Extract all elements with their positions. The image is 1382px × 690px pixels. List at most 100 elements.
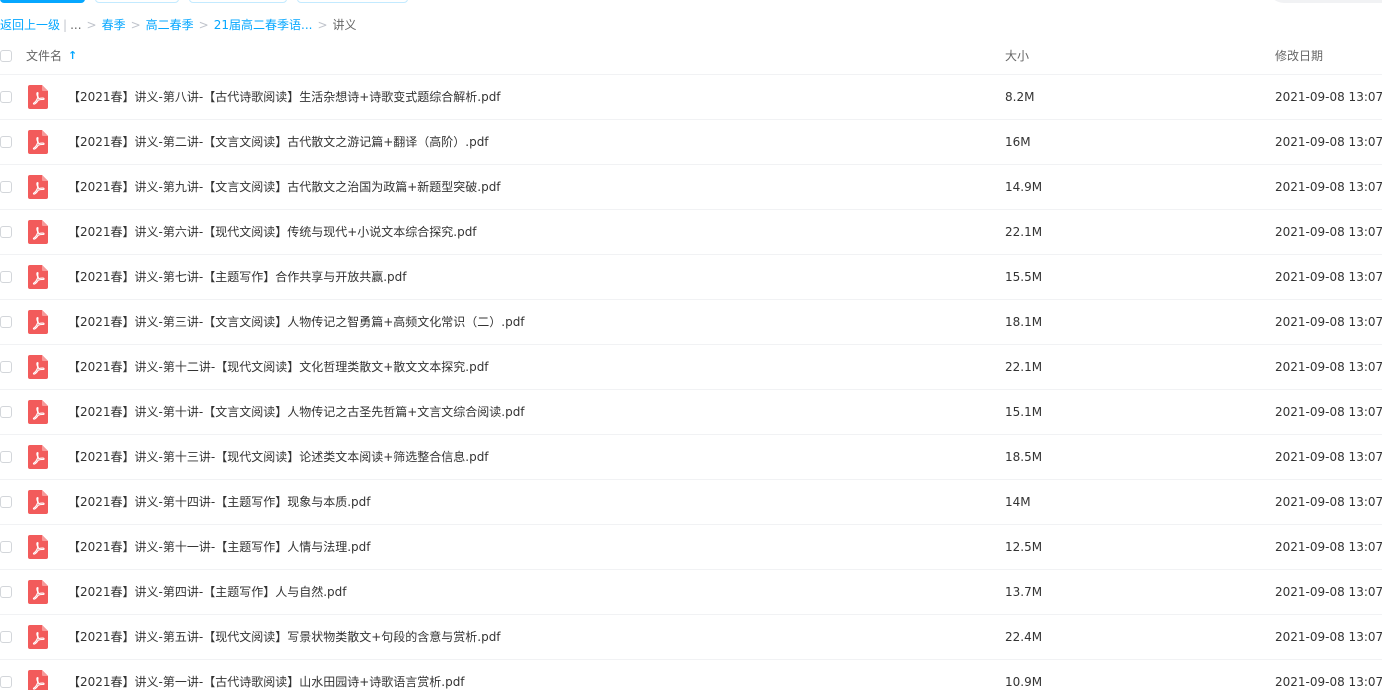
breadcrumb-separator: > xyxy=(86,18,97,32)
pdf-file-icon xyxy=(28,310,48,334)
file-modified-date: 2021-09-08 13:07 xyxy=(1275,675,1382,689)
pdf-file-icon xyxy=(28,535,48,559)
file-checkbox[interactable] xyxy=(0,136,12,148)
search-box[interactable] xyxy=(1268,0,1382,3)
file-name[interactable]: 【2021春】讲义-第二讲-【文言文阅读】古代散文之游记篇+翻译（高阶）.pdf xyxy=(68,134,489,150)
sort-ascending-icon[interactable]: ↑ xyxy=(68,50,77,62)
breadcrumb-item[interactable]: 高二春季 xyxy=(146,16,194,34)
column-header-date[interactable]: 修改日期 xyxy=(1275,47,1323,65)
file-size: 22.4M xyxy=(1005,630,1043,644)
select-all-checkbox[interactable] xyxy=(0,50,12,62)
file-size: 18.1M xyxy=(1005,315,1043,329)
file-name[interactable]: 【2021春】讲义-第八讲-【古代诗歌阅读】生活杂想诗+诗歌变式题综合解析.pd… xyxy=(68,89,501,105)
file-name[interactable]: 【2021春】讲义-第三讲-【文言文阅读】人物传记之智勇篇+高频文化常识（二）.… xyxy=(68,314,525,330)
file-name[interactable]: 【2021春】讲义-第九讲-【文言文阅读】古代散文之治国为政篇+新题型突破.pd… xyxy=(68,179,501,195)
file-size: 10.9M xyxy=(1005,675,1043,689)
breadcrumb-item[interactable]: 春季 xyxy=(102,16,126,34)
file-name[interactable]: 【2021春】讲义-第七讲-【主题写作】合作共享与开放共赢.pdf xyxy=(68,269,406,285)
file-checkbox[interactable] xyxy=(0,406,12,418)
file-modified-date: 2021-09-08 13:07 xyxy=(1275,315,1382,329)
file-size: 22.1M xyxy=(1005,225,1043,239)
file-checkbox[interactable] xyxy=(0,361,12,373)
new-folder-button[interactable] xyxy=(95,0,179,3)
file-size: 12.5M xyxy=(1005,540,1043,554)
toolbar xyxy=(0,0,1382,4)
file-checkbox[interactable] xyxy=(0,451,12,463)
breadcrumb: 返回上一级 | ... > 春季 > 高二春季 > 21届高二春季语... > … xyxy=(0,16,357,34)
file-size: 14M xyxy=(1005,495,1031,509)
file-size: 8.2M xyxy=(1005,90,1035,104)
list-header: 文件名 ↑ 大小 修改日期 xyxy=(0,40,1382,72)
file-checkbox[interactable] xyxy=(0,541,12,553)
pdf-file-icon xyxy=(28,265,48,289)
file-checkbox[interactable] xyxy=(0,271,12,283)
file-name[interactable]: 【2021春】讲义-第一讲-【古代诗歌阅读】山水田园诗+诗歌语言赏析.pdf xyxy=(68,674,465,690)
pdf-file-icon xyxy=(28,400,48,424)
file-size: 15.5M xyxy=(1005,270,1043,284)
file-modified-date: 2021-09-08 13:07 xyxy=(1275,585,1382,599)
file-name[interactable]: 【2021春】讲义-第十一讲-【主题写作】人情与法理.pdf xyxy=(68,539,370,555)
file-checkbox[interactable] xyxy=(0,586,12,598)
file-modified-date: 2021-09-08 13:07 xyxy=(1275,495,1382,509)
file-row[interactable]: 【2021春】讲义-第九讲-【文言文阅读】古代散文之治国为政篇+新题型突破.pd… xyxy=(0,164,1382,209)
file-name[interactable]: 【2021春】讲义-第十二讲-【现代文阅读】文化哲理类散文+散文文本探究.pdf xyxy=(68,359,489,375)
file-row[interactable]: 【2021春】讲义-第十三讲-【现代文阅读】论述类文本阅读+筛选整合信息.pdf… xyxy=(0,434,1382,479)
file-modified-date: 2021-09-08 13:07 xyxy=(1275,180,1382,194)
file-checkbox[interactable] xyxy=(0,496,12,508)
file-checkbox[interactable] xyxy=(0,226,12,238)
file-row[interactable]: 【2021春】讲义-第十一讲-【主题写作】人情与法理.pdf 12.5M 202… xyxy=(0,524,1382,569)
file-name[interactable]: 【2021春】讲义-第十三讲-【现代文阅读】论述类文本阅读+筛选整合信息.pdf xyxy=(68,449,489,465)
file-modified-date: 2021-09-08 13:07 xyxy=(1275,630,1382,644)
breadcrumb-current: 讲义 xyxy=(332,18,357,32)
file-row[interactable]: 【2021春】讲义-第八讲-【古代诗歌阅读】生活杂想诗+诗歌变式题综合解析.pd… xyxy=(0,74,1382,119)
file-modified-date: 2021-09-08 13:07 xyxy=(1275,360,1382,374)
file-row[interactable]: 【2021春】讲义-第十四讲-【主题写作】现象与本质.pdf 14M 2021-… xyxy=(0,479,1382,524)
toolbar-button[interactable] xyxy=(189,0,287,3)
file-checkbox[interactable] xyxy=(0,631,12,643)
file-row[interactable]: 【2021春】讲义-第六讲-【现代文阅读】传统与现代+小说文本综合探究.pdf … xyxy=(0,209,1382,254)
pdf-file-icon xyxy=(28,85,48,109)
breadcrumb-separator: > xyxy=(198,18,209,32)
pdf-file-icon xyxy=(28,175,48,199)
pdf-file-icon xyxy=(28,355,48,379)
pdf-file-icon xyxy=(28,445,48,469)
file-row[interactable]: 【2021春】讲义-第七讲-【主题写作】合作共享与开放共赢.pdf 15.5M … xyxy=(0,254,1382,299)
breadcrumb-separator: > xyxy=(130,18,141,32)
file-modified-date: 2021-09-08 13:07 xyxy=(1275,135,1382,149)
breadcrumb-divider: | xyxy=(63,18,68,32)
breadcrumb-separator: > xyxy=(317,18,328,32)
upload-button[interactable] xyxy=(0,0,85,3)
file-name[interactable]: 【2021春】讲义-第十四讲-【主题写作】现象与本质.pdf xyxy=(68,494,370,510)
file-name[interactable]: 【2021春】讲义-第四讲-【主题写作】人与自然.pdf xyxy=(68,584,346,600)
file-row[interactable]: 【2021春】讲义-第一讲-【古代诗歌阅读】山水田园诗+诗歌语言赏析.pdf 1… xyxy=(0,659,1382,690)
file-row[interactable]: 【2021春】讲义-第三讲-【文言文阅读】人物传记之智勇篇+高频文化常识（二）.… xyxy=(0,299,1382,344)
file-checkbox[interactable] xyxy=(0,316,12,328)
pdf-file-icon xyxy=(28,490,48,514)
back-link[interactable]: 返回上一级 xyxy=(0,16,60,34)
pdf-file-icon xyxy=(28,130,48,154)
pdf-file-icon xyxy=(28,670,48,690)
column-header-name-label: 文件名 xyxy=(26,49,63,63)
breadcrumb-item[interactable]: 21届高二春季语... xyxy=(214,16,313,34)
file-row[interactable]: 【2021春】讲义-第十讲-【文言文阅读】人物传记之古圣先哲篇+文言文综合阅读.… xyxy=(0,389,1382,434)
file-size: 14.9M xyxy=(1005,180,1043,194)
file-modified-date: 2021-09-08 13:07 xyxy=(1275,540,1382,554)
breadcrumb-ellipsis[interactable]: ... xyxy=(70,16,81,34)
file-row[interactable]: 【2021春】讲义-第二讲-【文言文阅读】古代散文之游记篇+翻译（高阶）.pdf… xyxy=(0,119,1382,164)
file-name[interactable]: 【2021春】讲义-第六讲-【现代文阅读】传统与现代+小说文本综合探究.pdf xyxy=(68,224,477,240)
file-name[interactable]: 【2021春】讲义-第五讲-【现代文阅读】写景状物类散文+句段的含意与赏析.pd… xyxy=(68,629,501,645)
file-row[interactable]: 【2021春】讲义-第四讲-【主题写作】人与自然.pdf 13.7M 2021-… xyxy=(0,569,1382,614)
file-row[interactable]: 【2021春】讲义-第五讲-【现代文阅读】写景状物类散文+句段的含意与赏析.pd… xyxy=(0,614,1382,659)
toolbar-button[interactable] xyxy=(297,0,408,3)
file-modified-date: 2021-09-08 13:07 xyxy=(1275,90,1382,104)
file-modified-date: 2021-09-08 13:07 xyxy=(1275,270,1382,284)
file-size: 22.1M xyxy=(1005,360,1043,374)
file-row[interactable]: 【2021春】讲义-第十二讲-【现代文阅读】文化哲理类散文+散文文本探究.pdf… xyxy=(0,344,1382,389)
file-checkbox[interactable] xyxy=(0,91,12,103)
column-header-name[interactable]: 文件名 ↑ xyxy=(26,47,77,65)
file-checkbox[interactable] xyxy=(0,676,12,688)
file-name[interactable]: 【2021春】讲义-第十讲-【文言文阅读】人物传记之古圣先哲篇+文言文综合阅读.… xyxy=(68,404,525,420)
column-header-size[interactable]: 大小 xyxy=(1005,47,1029,65)
pdf-file-icon xyxy=(28,220,48,244)
file-checkbox[interactable] xyxy=(0,181,12,193)
